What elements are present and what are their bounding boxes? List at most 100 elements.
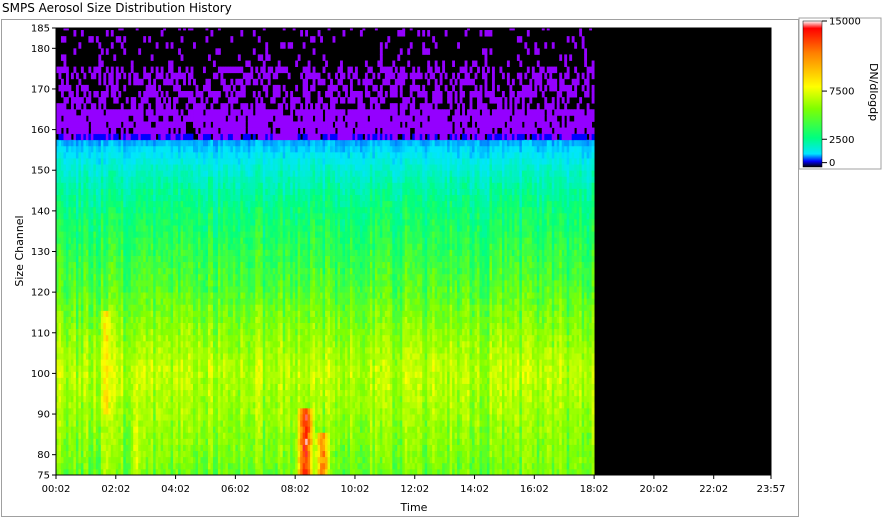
heatmap-cell <box>148 36 152 43</box>
heatmap-cell <box>150 468 154 476</box>
heatmap-cell <box>115 322 119 330</box>
heatmap-cell <box>68 420 72 427</box>
heatmap-cell <box>183 145 186 153</box>
heatmap-cell <box>168 353 171 360</box>
heatmap-cell <box>225 279 229 287</box>
heatmap-cell <box>217 322 221 330</box>
heatmap-cell <box>123 249 127 256</box>
heatmap-cell <box>237 121 241 128</box>
heatmap-cell <box>173 310 176 317</box>
heatmap-cell <box>227 371 231 378</box>
heatmap-cell <box>75 420 79 427</box>
heatmap-cell <box>158 145 162 153</box>
heatmap-cell <box>123 267 127 275</box>
heatmap-cell <box>88 432 92 439</box>
heatmap-cell <box>215 456 219 464</box>
heatmap-cell <box>150 273 154 281</box>
heatmap-cell <box>68 322 72 330</box>
heatmap-cell <box>202 231 206 238</box>
heatmap-cell <box>150 340 154 348</box>
heatmap-cell <box>100 90 104 98</box>
heatmap-cell <box>108 72 112 80</box>
heatmap-cell <box>103 212 107 220</box>
heatmap-cell <box>225 304 229 311</box>
heatmap-cell <box>212 340 216 348</box>
heatmap-cell <box>185 450 189 458</box>
heatmap-cell <box>100 237 104 244</box>
heatmap-cell <box>70 340 74 348</box>
heatmap-cell <box>95 273 99 281</box>
heatmap-cell <box>135 334 139 342</box>
heatmap-cell <box>113 334 117 342</box>
heatmap-cell <box>212 72 216 80</box>
heatmap-cell <box>145 420 149 427</box>
heatmap-cell <box>160 304 164 311</box>
heatmap-cell <box>205 231 209 238</box>
heatmap-cell <box>105 383 109 391</box>
heatmap-cell <box>125 139 129 147</box>
heatmap-cell <box>207 304 211 311</box>
heatmap-cell <box>160 377 164 384</box>
heatmap-cell <box>215 322 219 330</box>
heatmap-cell <box>58 310 62 317</box>
heatmap-cell <box>138 426 142 433</box>
heatmap-cell <box>163 127 167 135</box>
heatmap-cell <box>185 164 189 171</box>
heatmap-cell <box>217 273 221 281</box>
heatmap-cell <box>227 432 231 439</box>
heatmap-cell <box>165 237 169 244</box>
heatmap-cell <box>120 310 124 317</box>
heatmap-cell <box>215 267 219 275</box>
heatmap-cell <box>113 340 117 348</box>
heatmap-cell <box>250 200 254 208</box>
heatmap-cell <box>168 237 171 244</box>
heatmap-cell <box>123 151 127 159</box>
heatmap-cell <box>78 340 82 348</box>
heatmap-cell <box>58 407 62 415</box>
heatmap-cell <box>160 292 164 299</box>
heatmap-cell <box>90 206 94 214</box>
heatmap-cell <box>198 109 201 116</box>
heatmap-cell <box>108 188 112 196</box>
heatmap-cell <box>185 206 189 214</box>
heatmap-cell <box>193 170 196 177</box>
heatmap-cell <box>115 133 119 141</box>
heatmap-cell <box>220 334 224 342</box>
heatmap-cell <box>150 450 154 458</box>
heatmap-cell <box>143 145 147 153</box>
heatmap-cell <box>118 468 122 476</box>
heatmap-cell <box>130 176 134 183</box>
heatmap-cell <box>140 243 144 250</box>
heatmap-cell <box>175 218 179 226</box>
heatmap-cell <box>135 121 139 128</box>
heatmap-cell <box>210 310 214 317</box>
heatmap-cell <box>60 194 64 202</box>
heatmap-cell <box>155 273 159 281</box>
heatmap-cell <box>207 54 211 61</box>
heatmap-cell <box>128 310 132 317</box>
heatmap-cell <box>235 383 239 391</box>
heatmap-cell <box>237 292 241 299</box>
heatmap-cell <box>202 328 206 336</box>
heatmap-cell <box>242 365 246 372</box>
heatmap-cell <box>128 383 132 391</box>
heatmap-cell <box>68 127 72 135</box>
heatmap-cell <box>153 176 157 183</box>
heatmap-cell <box>232 109 236 116</box>
heatmap-cell <box>133 468 137 476</box>
heatmap-cell <box>148 127 152 135</box>
heatmap-cell <box>128 182 132 189</box>
heatmap-cell <box>128 322 132 330</box>
heatmap-cell <box>212 365 216 372</box>
heatmap-cell <box>143 218 147 226</box>
heatmap-cell <box>110 316 114 324</box>
heatmap-cell <box>183 292 186 299</box>
heatmap-cell <box>88 340 92 348</box>
heatmap-cell <box>88 212 92 220</box>
heatmap-cell <box>80 407 84 415</box>
heatmap-cell <box>232 395 236 403</box>
heatmap-cell <box>110 151 114 159</box>
heatmap-cell <box>58 316 62 324</box>
heatmap-cell <box>170 395 174 403</box>
heatmap-cell <box>148 340 152 348</box>
